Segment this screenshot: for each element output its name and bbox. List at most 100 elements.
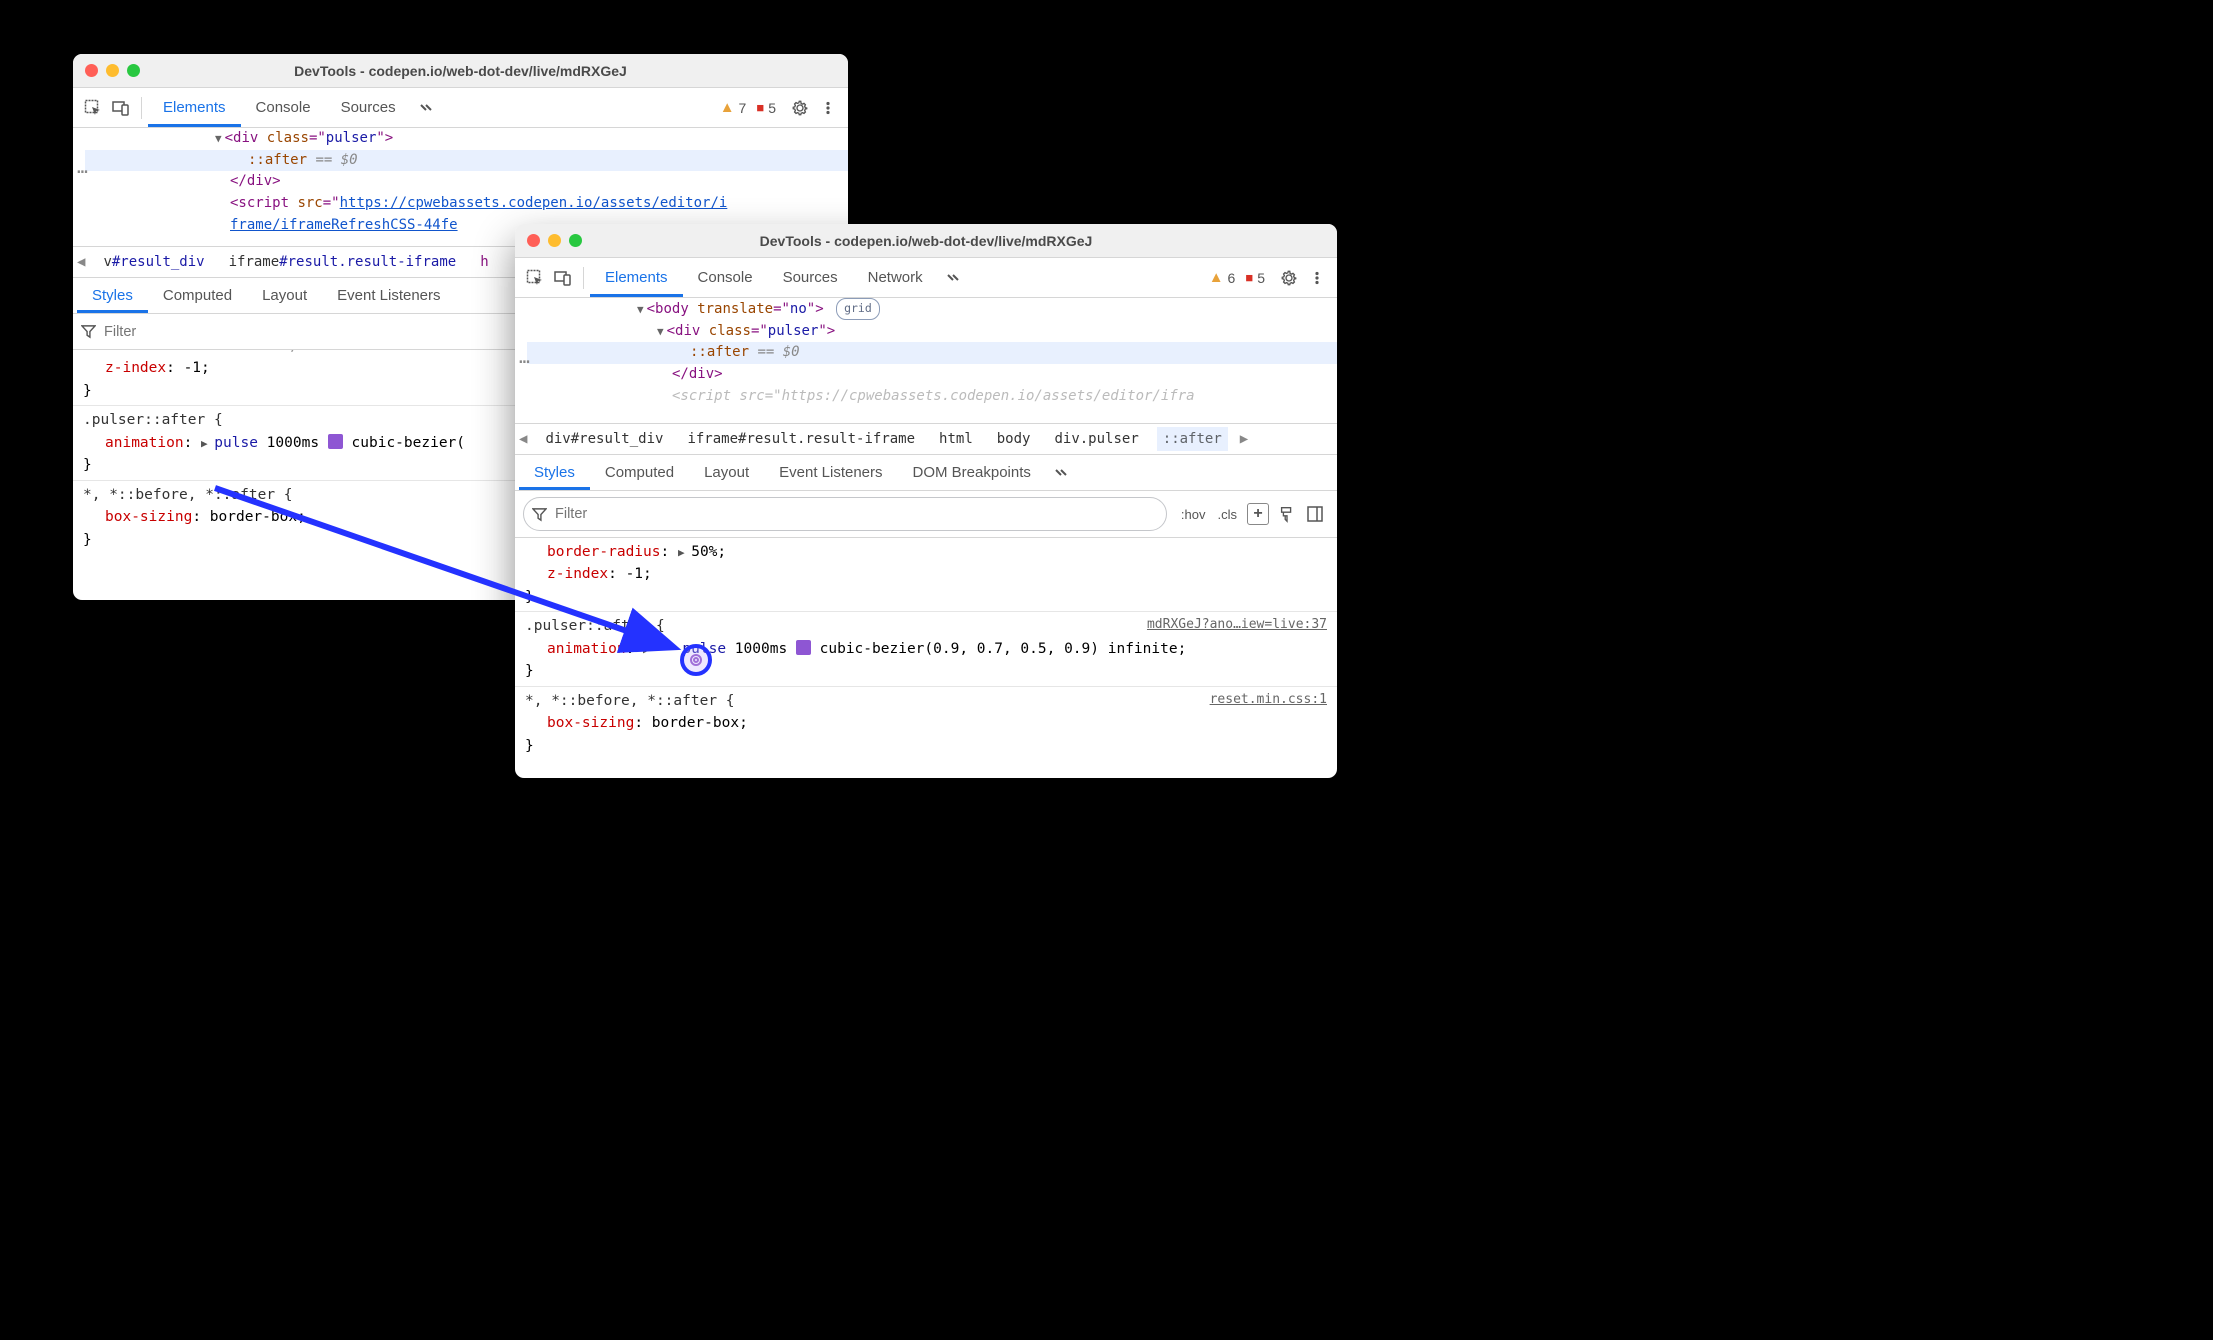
crumb[interactable]: div#result_div xyxy=(539,427,669,451)
dom-node[interactable]: ▼<div class="pulser"> xyxy=(85,128,848,150)
css-declaration[interactable]: border-radius: ▶ 50%; xyxy=(525,541,1327,563)
error-icon: ■ xyxy=(1245,270,1253,285)
tab-console[interactable]: Console xyxy=(683,258,768,297)
computed-sidebar-icon[interactable] xyxy=(1301,500,1329,528)
tab-event-listeners[interactable]: Event Listeners xyxy=(764,455,897,490)
expand-triangle-icon[interactable]: ▼ xyxy=(657,325,664,338)
dom-node[interactable]: </div> xyxy=(85,171,848,193)
dom-tree[interactable]: … ▼<body translate="no"> grid ▼<div clas… xyxy=(515,298,1337,423)
titlebar[interactable]: DevTools - codepen.io/web-dot-dev/live/m… xyxy=(515,224,1337,258)
crumb[interactable]: body xyxy=(991,427,1037,451)
grid-badge[interactable]: grid xyxy=(836,298,880,320)
crumb-selected[interactable]: ::after xyxy=(1157,427,1228,451)
inspect-icon[interactable] xyxy=(79,94,107,122)
crumb[interactable]: iframe#result.result-iframe xyxy=(223,250,463,274)
tab-layout[interactable]: Layout xyxy=(689,455,764,490)
filter-row: :hov .cls + xyxy=(515,491,1337,538)
crumb[interactable]: iframe#result.result-iframe xyxy=(681,427,921,451)
new-style-rule-button[interactable]: + xyxy=(1247,503,1269,525)
minimize-icon[interactable] xyxy=(548,234,561,247)
tab-elements[interactable]: Elements xyxy=(148,88,241,127)
paint-flash-icon[interactable] xyxy=(1273,500,1301,528)
window-controls xyxy=(85,64,140,77)
cls-toggle[interactable]: .cls xyxy=(1212,507,1244,522)
error-icon: ■ xyxy=(756,100,764,115)
css-selector[interactable]: *, *::before, *::after { xyxy=(525,690,1327,712)
crumb[interactable]: h xyxy=(474,250,494,274)
dom-node[interactable]: <script src="https://cpwebassets.codepen… xyxy=(527,386,1337,408)
ellipsis-icon[interactable]: … xyxy=(73,154,93,182)
filter-input[interactable] xyxy=(551,502,1158,526)
styles-subtabs: Styles Computed Layout Event Listeners D… xyxy=(515,455,1337,491)
errors-badge[interactable]: ■5 xyxy=(1245,270,1265,286)
expand-triangle-icon[interactable]: ▶ xyxy=(201,437,214,450)
chevron-left-icon[interactable]: ◀ xyxy=(77,254,85,270)
css-rule[interactable]: reset.min.css:1 *, *::before, *::after {… xyxy=(515,687,1337,760)
kebab-menu-icon[interactable] xyxy=(814,94,842,122)
css-rule[interactable]: mdRXGeJ?ano…iew=live:37 .pulser::after {… xyxy=(515,612,1337,686)
tab-network[interactable]: Network xyxy=(853,258,938,297)
chevron-right-icon[interactable]: ▶ xyxy=(1240,431,1248,447)
dom-node-selected[interactable]: ::after == $0 xyxy=(85,150,848,172)
expand-triangle-icon[interactable]: ▼ xyxy=(215,132,222,145)
expand-triangle-icon[interactable]: ▶ xyxy=(643,643,650,656)
tab-computed[interactable]: Computed xyxy=(590,455,689,490)
expand-triangle-icon[interactable]: ▼ xyxy=(637,303,644,316)
tab-layout[interactable]: Layout xyxy=(247,278,322,313)
css-rule[interactable]: border-radius: ▶ 50%; z-index: -1; } xyxy=(515,538,1337,612)
maximize-icon[interactable] xyxy=(569,234,582,247)
crumb[interactable]: v#result_div xyxy=(97,250,210,274)
dom-node-selected[interactable]: ::after == $0 xyxy=(527,342,1337,364)
dom-node[interactable]: <script src="https://cpwebassets.codepen… xyxy=(85,193,848,215)
warnings-badge[interactable]: ▲6 xyxy=(1209,269,1236,286)
crumb[interactable]: html xyxy=(933,427,979,451)
css-declaration[interactable]: z-index: -1; xyxy=(525,563,1327,585)
breadcrumb[interactable]: ◀ div#result_div iframe#result.result-if… xyxy=(515,423,1337,455)
divider xyxy=(141,97,142,119)
maximize-icon[interactable] xyxy=(127,64,140,77)
dom-node[interactable]: ▼<body translate="no"> grid xyxy=(527,298,1337,321)
source-link[interactable]: reset.min.css:1 xyxy=(1210,690,1327,710)
expand-triangle-icon[interactable]: ▶ xyxy=(678,546,691,559)
hov-toggle[interactable]: :hov xyxy=(1175,507,1212,522)
brace: } xyxy=(525,735,1327,757)
chevron-left-icon[interactable]: ◀ xyxy=(519,431,527,447)
device-toggle-icon[interactable] xyxy=(549,264,577,292)
dom-node[interactable]: </div> xyxy=(527,364,1337,386)
tab-console[interactable]: Console xyxy=(241,88,326,127)
css-declaration[interactable]: box-sizing: border-box; xyxy=(525,712,1327,734)
settings-icon[interactable] xyxy=(1275,264,1303,292)
errors-badge[interactable]: ■5 xyxy=(756,100,776,116)
main-toolbar: Elements Console Sources ▲7 ■5 xyxy=(73,88,848,128)
tab-styles[interactable]: Styles xyxy=(519,455,590,490)
warnings-badge[interactable]: ▲7 xyxy=(720,99,747,116)
tab-computed[interactable]: Computed xyxy=(148,278,247,313)
easing-editor-icon[interactable] xyxy=(796,640,811,655)
dom-node[interactable]: ▼<div class="pulser"> xyxy=(527,321,1337,343)
minimize-icon[interactable] xyxy=(106,64,119,77)
window-title: DevTools - codepen.io/web-dot-dev/live/m… xyxy=(515,233,1337,249)
tab-elements[interactable]: Elements xyxy=(590,258,683,297)
tab-sources[interactable]: Sources xyxy=(768,258,853,297)
more-tabs-icon[interactable] xyxy=(938,264,966,292)
tab-dom-breakpoints[interactable]: DOM Breakpoints xyxy=(898,455,1046,490)
tab-styles[interactable]: Styles xyxy=(77,278,148,313)
easing-editor-icon[interactable] xyxy=(328,434,343,449)
titlebar[interactable]: DevTools - codepen.io/web-dot-dev/live/m… xyxy=(73,54,848,88)
tab-event-listeners[interactable]: Event Listeners xyxy=(322,278,455,313)
more-tabs-icon[interactable] xyxy=(411,94,439,122)
tab-sources[interactable]: Sources xyxy=(326,88,411,127)
inspect-icon[interactable] xyxy=(521,264,549,292)
more-tabs-icon[interactable] xyxy=(1046,459,1074,487)
source-link[interactable]: mdRXGeJ?ano…iew=live:37 xyxy=(1147,615,1327,635)
styles-pane[interactable]: border-radius: ▶ 50%; z-index: -1; } mdR… xyxy=(515,538,1337,778)
ellipsis-icon[interactable]: … xyxy=(515,344,535,372)
kebab-menu-icon[interactable] xyxy=(1303,264,1331,292)
close-icon[interactable] xyxy=(85,64,98,77)
device-toggle-icon[interactable] xyxy=(107,94,135,122)
settings-icon[interactable] xyxy=(786,94,814,122)
crumb[interactable]: div.pulser xyxy=(1048,427,1144,451)
close-icon[interactable] xyxy=(527,234,540,247)
css-declaration[interactable]: animation: ▶ pulse 1000ms cubic-bezier(0… xyxy=(525,638,1327,660)
warning-icon: ▲ xyxy=(720,99,735,116)
